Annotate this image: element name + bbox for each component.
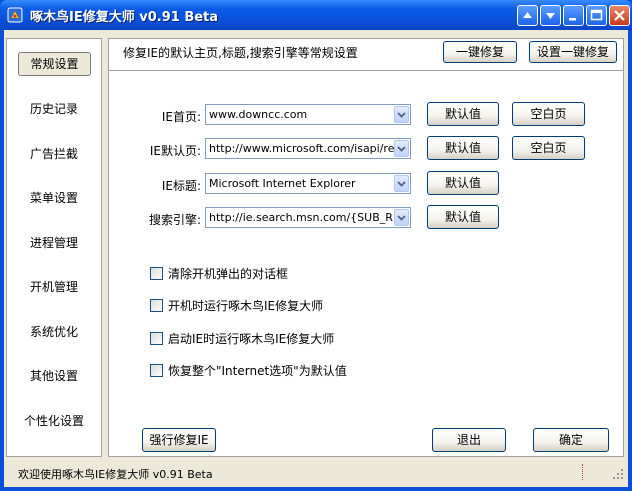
ie-title-label: IE标题: [161, 179, 201, 193]
title-bar[interactable]: 啄木鸟IE修复大师 v0.91 Beta [0, 0, 632, 30]
clear-startup-dialog-label: 清除开机弹出的对话框 [168, 267, 289, 281]
sidebar-item-optimize[interactable]: 系统优化 [7, 320, 101, 344]
chevron-down-icon[interactable] [394, 106, 409, 123]
sidebar-item-history[interactable]: 历史记录 [7, 97, 101, 121]
run-on-ie-start-checkbox[interactable] [150, 332, 163, 345]
search-engine-combo[interactable]: http://ie.search.msn.com/{SUB_RFC17 [205, 207, 411, 228]
clear-startup-dialog-checkbox[interactable] [150, 267, 163, 280]
ie-default-page-value: http://www.microsoft.com/isapi/redir.dll [209, 142, 395, 155]
search-engine-value: http://ie.search.msn.com/{SUB_RFC17 [209, 211, 395, 224]
ok-button[interactable]: 确定 [533, 428, 609, 452]
chevron-down-icon[interactable] [394, 209, 409, 226]
run-on-boot-label: 开机时运行啄木鸟IE修复大师 [168, 299, 324, 313]
ie-homepage-default-button[interactable]: 默认值 [427, 102, 499, 126]
maximize-button[interactable] [586, 5, 607, 26]
app-window: 啄木鸟IE修复大师 v0.91 Beta 常规设置 历史记录 广告拦截 菜单设置… [0, 0, 632, 491]
status-divider [582, 464, 583, 480]
ie-title-default-button[interactable]: 默认值 [427, 171, 499, 195]
ie-title-value: Microsoft Internet Explorer [209, 177, 356, 190]
ie-homepage-combo[interactable]: www.downcc.com [205, 104, 411, 125]
sidebar-item-general[interactable]: 常规设置 [18, 52, 91, 76]
maximize-icon [590, 9, 603, 21]
run-on-ie-start-label: 启动IE时运行啄木鸟IE修复大师 [168, 332, 335, 346]
panel-description: 修复IE的默认主页,标题,搜索引擎等常规设置 [123, 46, 358, 60]
chevron-down-icon[interactable] [394, 140, 409, 157]
sidebar-item-startup[interactable]: 开机管理 [7, 275, 101, 299]
force-fix-ie-button[interactable]: 强行修复IE [142, 428, 216, 452]
scroll-down-button[interactable] [540, 5, 561, 26]
exit-button[interactable]: 退出 [432, 428, 506, 452]
sidebar-item-ad-block[interactable]: 广告拦截 [7, 142, 101, 166]
chevron-down-icon[interactable] [394, 175, 409, 192]
reset-internet-options-checkbox[interactable] [150, 364, 163, 377]
reset-internet-options-label: 恢复整个"Internet选项"为默认值 [168, 364, 347, 378]
sidebar-item-menu[interactable]: 菜单设置 [7, 186, 101, 210]
one-click-fix-button[interactable]: 一键修复 [443, 41, 517, 63]
resize-grip-icon[interactable] [612, 468, 624, 480]
scroll-up-button[interactable] [517, 5, 538, 26]
close-icon [614, 10, 625, 21]
window-title: 啄木鸟IE修复大师 v0.91 Beta [30, 10, 219, 25]
status-text: 欢迎使用啄木鸟IE修复大师 v0.91 Beta [18, 468, 213, 481]
sidebar-item-personalize[interactable]: 个性化设置 [7, 409, 101, 433]
up-arrow-icon [523, 12, 532, 18]
ie-homepage-label: IE首页: [161, 110, 201, 124]
setup-one-click-fix-button[interactable]: 设置一键修复 [529, 41, 617, 63]
header-divider [109, 70, 623, 72]
minimize-icon [569, 18, 576, 21]
ie-default-page-blank-button[interactable]: 空白页 [512, 136, 585, 160]
status-bar: 欢迎使用啄木鸟IE修复大师 v0.91 Beta [4, 462, 628, 483]
ie-title-combo[interactable]: Microsoft Internet Explorer [205, 173, 411, 194]
ie-default-page-combo[interactable]: http://www.microsoft.com/isapi/redir.dll [205, 138, 411, 159]
app-icon [7, 7, 23, 23]
sidebar-item-process[interactable]: 进程管理 [7, 231, 101, 255]
ie-homepage-blank-button[interactable]: 空白页 [512, 102, 585, 126]
main-panel: 修复IE的默认主页,标题,搜索引擎等常规设置 一键修复 设置一键修复 IE首页:… [108, 38, 624, 457]
ie-default-page-label: IE默认页: [149, 144, 201, 158]
search-engine-label: 搜索引擎: [148, 213, 201, 227]
ie-homepage-value: www.downcc.com [209, 108, 308, 121]
down-arrow-icon [546, 13, 555, 19]
search-engine-default-button[interactable]: 默认值 [427, 205, 499, 229]
minimize-button[interactable] [563, 5, 584, 26]
run-on-boot-checkbox[interactable] [150, 299, 163, 312]
ie-default-page-default-button[interactable]: 默认值 [427, 136, 499, 160]
sidebar-item-other[interactable]: 其他设置 [7, 364, 101, 388]
client-area: 常规设置 历史记录 广告拦截 菜单设置 进程管理 开机管理 系统优化 其他设置 … [4, 30, 628, 487]
sidebar: 常规设置 历史记录 广告拦截 菜单设置 进程管理 开机管理 系统优化 其他设置 … [6, 38, 102, 457]
close-button[interactable] [609, 5, 630, 26]
